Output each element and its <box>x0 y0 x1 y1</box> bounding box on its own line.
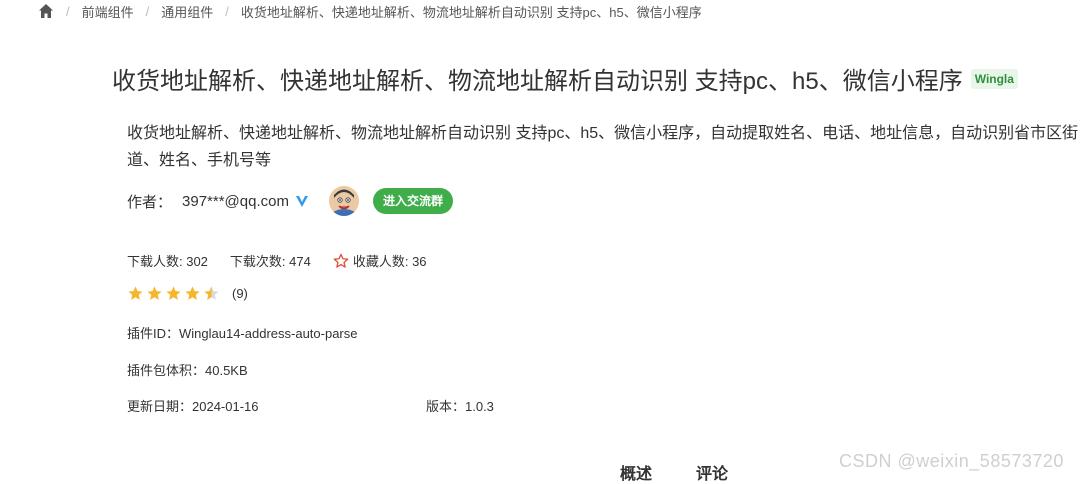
version: 版本：1.0.3 <box>426 399 494 414</box>
download-users: 下载人数: 302 <box>127 254 208 269</box>
rating-count[interactable]: (9) <box>232 286 248 301</box>
avatar[interactable] <box>328 186 359 216</box>
breadcrumb: / 前端组件 / 通用组件 / 收货地址解析、快递地址解析、物流地址解析自动识别… <box>38 2 702 20</box>
breadcrumb-item-current: 收货地址解析、快递地址解析、物流地址解析自动识别 支持pc、h5、微信小程序 <box>240 4 702 20</box>
home-icon[interactable] <box>38 3 54 19</box>
update-date: 更新日期：2024-01-16 <box>127 399 259 414</box>
download-count: 下载次数: 474 <box>229 254 311 269</box>
breadcrumb-item-frontend[interactable]: 前端组件 <box>82 2 134 21</box>
author-label: 作者： <box>127 193 173 211</box>
verified-icon <box>295 194 309 208</box>
stats-row: 下载人数: 302 下载次数: 474 收藏人数: 36 <box>127 251 427 270</box>
author-name[interactable]: 397***@qq.com <box>182 193 289 210</box>
star-icon <box>165 285 182 302</box>
breadcrumb-separator: / <box>66 3 70 19</box>
plugin-description: 收货地址解析、快递地址解析、物流地址解析自动识别 支持pc、h5、微信小程序，自… <box>127 125 1079 169</box>
star-icon <box>146 285 163 302</box>
star-icon <box>184 285 201 302</box>
breadcrumb-separator: / <box>145 3 150 19</box>
breadcrumb-item-general[interactable]: 通用组件 <box>161 2 213 21</box>
title-badge: Wingla <box>970 68 1018 89</box>
author-row: 作者： 397***@qq.com 进入交流群 <box>127 186 453 216</box>
plugin-size: 插件包体积：40.5KB <box>127 363 248 378</box>
half-star-icon <box>203 285 220 302</box>
favorite-count: 收藏人数: 36 <box>352 254 427 269</box>
tab-comments[interactable]: 评论 <box>696 460 728 484</box>
join-group-button[interactable]: 进入交流群 <box>372 188 453 214</box>
breadcrumb-separator: / <box>225 3 229 19</box>
tab-overview[interactable]: 概述 <box>620 460 652 484</box>
plugin-id: 插件ID：Winglau14-address-auto-parse <box>127 326 358 341</box>
tab-bar: 概述 评论 <box>620 460 772 484</box>
plugin-title: 收货地址解析、快递地址解析、物流地址解析自动识别 支持pc、h5、微信小程序 <box>112 68 963 95</box>
favorite-star-icon[interactable] <box>333 253 349 269</box>
star-icon <box>127 285 144 302</box>
watermark: CSDN @weixin_58573720 <box>839 451 1064 471</box>
rating-row: (9) <box>127 285 248 302</box>
page-title: 收货地址解析、快递地址解析、物流地址解析自动识别 支持pc、h5、微信小程序 W… <box>112 61 1018 96</box>
